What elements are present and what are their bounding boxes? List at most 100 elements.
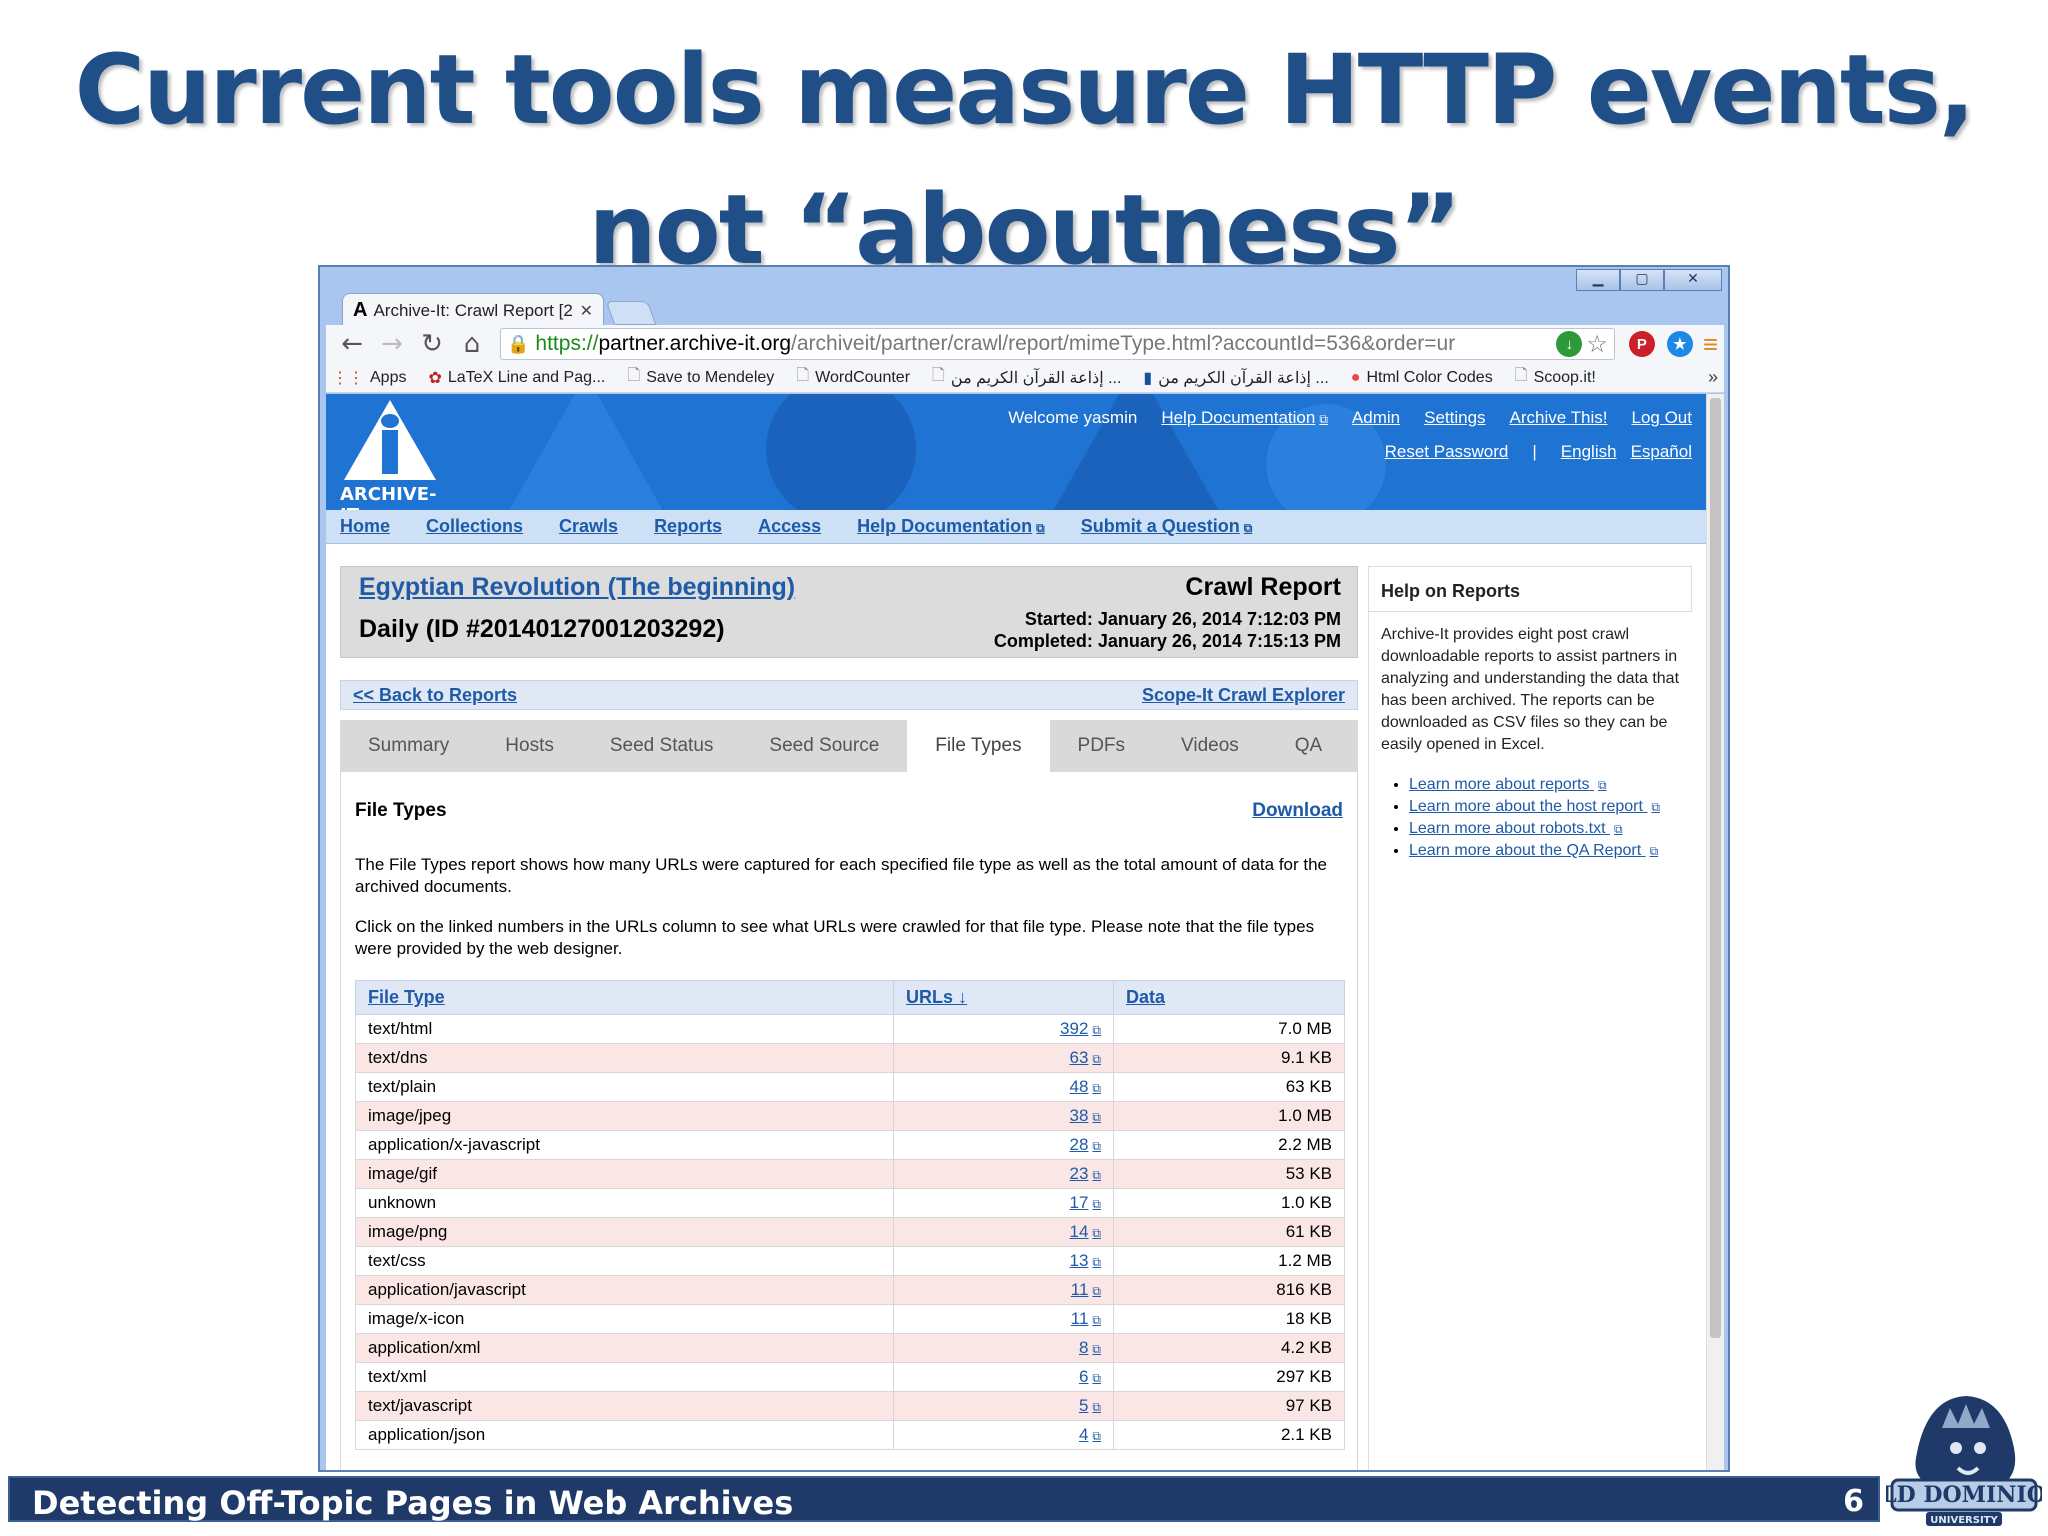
- archive-it-logo[interactable]: ARCHIVE-IT: [340, 400, 450, 510]
- browser-toolbar: ← → ↻ ⌂ 🔒 https:// partner.archive-it.or…: [326, 325, 1724, 363]
- web-page: ARCHIVE-IT Welcome yasmin Help Documenta…: [326, 394, 1724, 1470]
- data-size-cell: 63 KB: [1113, 1072, 1345, 1102]
- tab-strip: A Archive-It: Crawl Report [2 ✕: [320, 287, 1728, 327]
- urls-count-link[interactable]: 392 ⧉: [1060, 1019, 1101, 1038]
- tab-close-icon[interactable]: ✕: [580, 301, 593, 321]
- urls-count: 17: [1069, 1193, 1089, 1212]
- urls-count: 13: [1069, 1251, 1089, 1270]
- collection-link[interactable]: Egyptian Revolution (The beginning): [359, 573, 795, 602]
- bookmark-star-icon[interactable]: ☆: [1586, 330, 1608, 359]
- page-scrollbar[interactable]: [1706, 394, 1724, 1470]
- file-types-heading: File Types: [355, 800, 447, 821]
- nav-collections[interactable]: Collections: [426, 516, 523, 537]
- bookmark-quran-1[interactable]: 🗋 إذاعة القرآن الكريم من ...: [932, 364, 1121, 391]
- urls-count-link[interactable]: 28 ⧉: [1070, 1135, 1102, 1154]
- urls-count: 63: [1069, 1048, 1089, 1067]
- help-sidebar: Archive-It provides eight post crawl dow…: [1368, 612, 1692, 1470]
- urls-count-link[interactable]: 23 ⧉: [1070, 1164, 1102, 1183]
- urls-count-link[interactable]: 5 ⧉: [1079, 1396, 1101, 1415]
- bookmark-apps[interactable]: ⋮⋮ Apps: [332, 368, 406, 388]
- browser-tab[interactable]: A Archive-It: Crawl Report [2 ✕: [342, 293, 604, 327]
- list-item: Learn more about robots.txt ⧉: [1409, 818, 1680, 840]
- urls-count-link[interactable]: 63 ⧉: [1070, 1048, 1102, 1067]
- urls-count-link[interactable]: 8 ⧉: [1079, 1338, 1101, 1357]
- home-icon[interactable]: ⌂: [452, 329, 492, 359]
- settings-link[interactable]: Settings: [1424, 408, 1485, 428]
- urls-cell: 23 ⧉: [893, 1159, 1114, 1189]
- english-link[interactable]: English: [1561, 442, 1617, 462]
- column-urls[interactable]: URLs ↓: [893, 980, 1114, 1015]
- tab-qa[interactable]: QA: [1267, 720, 1350, 772]
- spanish-link[interactable]: Español: [1631, 442, 1692, 462]
- tab-hosts[interactable]: Hosts: [477, 720, 582, 772]
- download-link[interactable]: Download: [1252, 800, 1343, 822]
- menu-icon[interactable]: ≡: [1703, 329, 1718, 360]
- urls-count-link[interactable]: 11 ⧉: [1071, 1309, 1101, 1328]
- reset-password-link[interactable]: Reset Password: [1385, 442, 1509, 462]
- back-to-reports-link[interactable]: << Back to Reports: [353, 685, 517, 706]
- forward-arrow-icon[interactable]: →: [372, 329, 412, 359]
- address-bar[interactable]: 🔒 https:// partner.archive-it.org /archi…: [500, 328, 1615, 360]
- tab-videos[interactable]: Videos: [1153, 720, 1267, 772]
- urls-count-link[interactable]: 14 ⧉: [1070, 1222, 1102, 1241]
- tab-summary[interactable]: Summary: [340, 720, 477, 772]
- learn-host-report-link[interactable]: Learn more about the host report ⧉: [1409, 798, 1660, 815]
- tab-seed-source[interactable]: Seed Source: [741, 720, 907, 772]
- tab-seed-status[interactable]: Seed Status: [582, 720, 742, 772]
- nav-reports[interactable]: Reports: [654, 516, 722, 537]
- column-data[interactable]: Data: [1113, 980, 1345, 1015]
- urls-count-link[interactable]: 6 ⧉: [1079, 1367, 1101, 1386]
- nav-access[interactable]: Access: [758, 516, 821, 537]
- back-arrow-icon[interactable]: ←: [332, 329, 372, 359]
- page-icon: 🗋: [932, 367, 945, 384]
- page-icon: 🗋: [627, 367, 641, 384]
- column-file-type[interactable]: File Type: [355, 980, 894, 1015]
- bookmark-scoopit[interactable]: 🗋 Scoop.it!: [1515, 364, 1596, 391]
- list-item: Learn more about the QA Report ⧉: [1409, 840, 1680, 862]
- nav-submit-question[interactable]: Submit a Question ⧉: [1081, 516, 1253, 537]
- urls-cell: 48 ⧉: [893, 1072, 1114, 1102]
- download-extension-icon[interactable]: ↓: [1556, 331, 1583, 357]
- reload-icon[interactable]: ↻: [412, 329, 452, 359]
- learn-reports-link[interactable]: Learn more about reports ⧉: [1409, 776, 1607, 793]
- link-label: Learn more about reports: [1409, 776, 1590, 793]
- archive-this-link[interactable]: Archive This!: [1510, 408, 1608, 428]
- extension-star-icon[interactable]: ★: [1666, 331, 1693, 357]
- pinterest-icon[interactable]: P: [1628, 331, 1655, 357]
- urls-count-link[interactable]: 17 ⧉: [1070, 1193, 1102, 1212]
- external-link-icon: ⧉: [1092, 1110, 1101, 1124]
- bookmark-wordcounter[interactable]: 🗋 WordCounter: [796, 364, 910, 391]
- header-help-link[interactable]: Help Documentation ⧉: [1161, 408, 1328, 428]
- scrollbar-thumb[interactable]: [1710, 398, 1721, 1338]
- url-scheme: https://: [535, 332, 599, 355]
- bookmark-label: Apps: [370, 368, 407, 386]
- file-type-cell: application/json: [355, 1420, 894, 1450]
- tab-file-types[interactable]: File Types: [907, 720, 1050, 772]
- urls-count-link[interactable]: 48 ⧉: [1070, 1077, 1102, 1096]
- tab-pdfs[interactable]: PDFs: [1050, 720, 1154, 772]
- bookmark-latex[interactable]: ✿ LaTeX Line and Pag...: [428, 368, 605, 388]
- quran-site-icon: ▮: [1143, 369, 1153, 387]
- nav-crawls[interactable]: Crawls: [559, 516, 618, 537]
- urls-count-link[interactable]: 38 ⧉: [1070, 1106, 1102, 1125]
- nav-help-documentation[interactable]: Help Documentation ⧉: [857, 516, 1045, 537]
- nav-home[interactable]: Home: [340, 516, 390, 537]
- scope-it-link[interactable]: Scope-It Crawl Explorer: [1142, 685, 1345, 706]
- bookmark-quran-2[interactable]: ▮ إذاعة القرآن الكريم من ...: [1143, 368, 1328, 388]
- learn-qa-report-link[interactable]: Learn more about the QA Report ⧉: [1409, 842, 1658, 859]
- learn-robots-link[interactable]: Learn more about robots.txt ⧉: [1409, 820, 1623, 837]
- bookmarks-overflow-icon[interactable]: »: [1708, 367, 1718, 388]
- urls-cell: 392 ⧉: [893, 1014, 1114, 1044]
- new-tab-button[interactable]: [605, 301, 657, 325]
- external-link-icon: ⧉: [1092, 1429, 1101, 1443]
- external-link-icon: ⧉: [1319, 412, 1328, 426]
- admin-link[interactable]: Admin: [1352, 408, 1400, 428]
- urls-count-link[interactable]: 4 ⧉: [1079, 1425, 1101, 1444]
- log-out-link[interactable]: Log Out: [1632, 408, 1693, 428]
- urls-count-link[interactable]: 11 ⧉: [1071, 1280, 1101, 1299]
- bookmark-mendeley[interactable]: 🗋 Save to Mendeley: [627, 364, 774, 391]
- odu-monarch-logo-icon: OLD DOMINION UNIVERSITY: [1886, 1396, 2042, 1526]
- bookmark-html-colors[interactable]: ● Html Color Codes: [1351, 369, 1493, 387]
- urls-count-link[interactable]: 13 ⧉: [1070, 1251, 1102, 1270]
- crawl-completed: Completed: January 26, 2014 7:15:13 PM: [993, 631, 1341, 651]
